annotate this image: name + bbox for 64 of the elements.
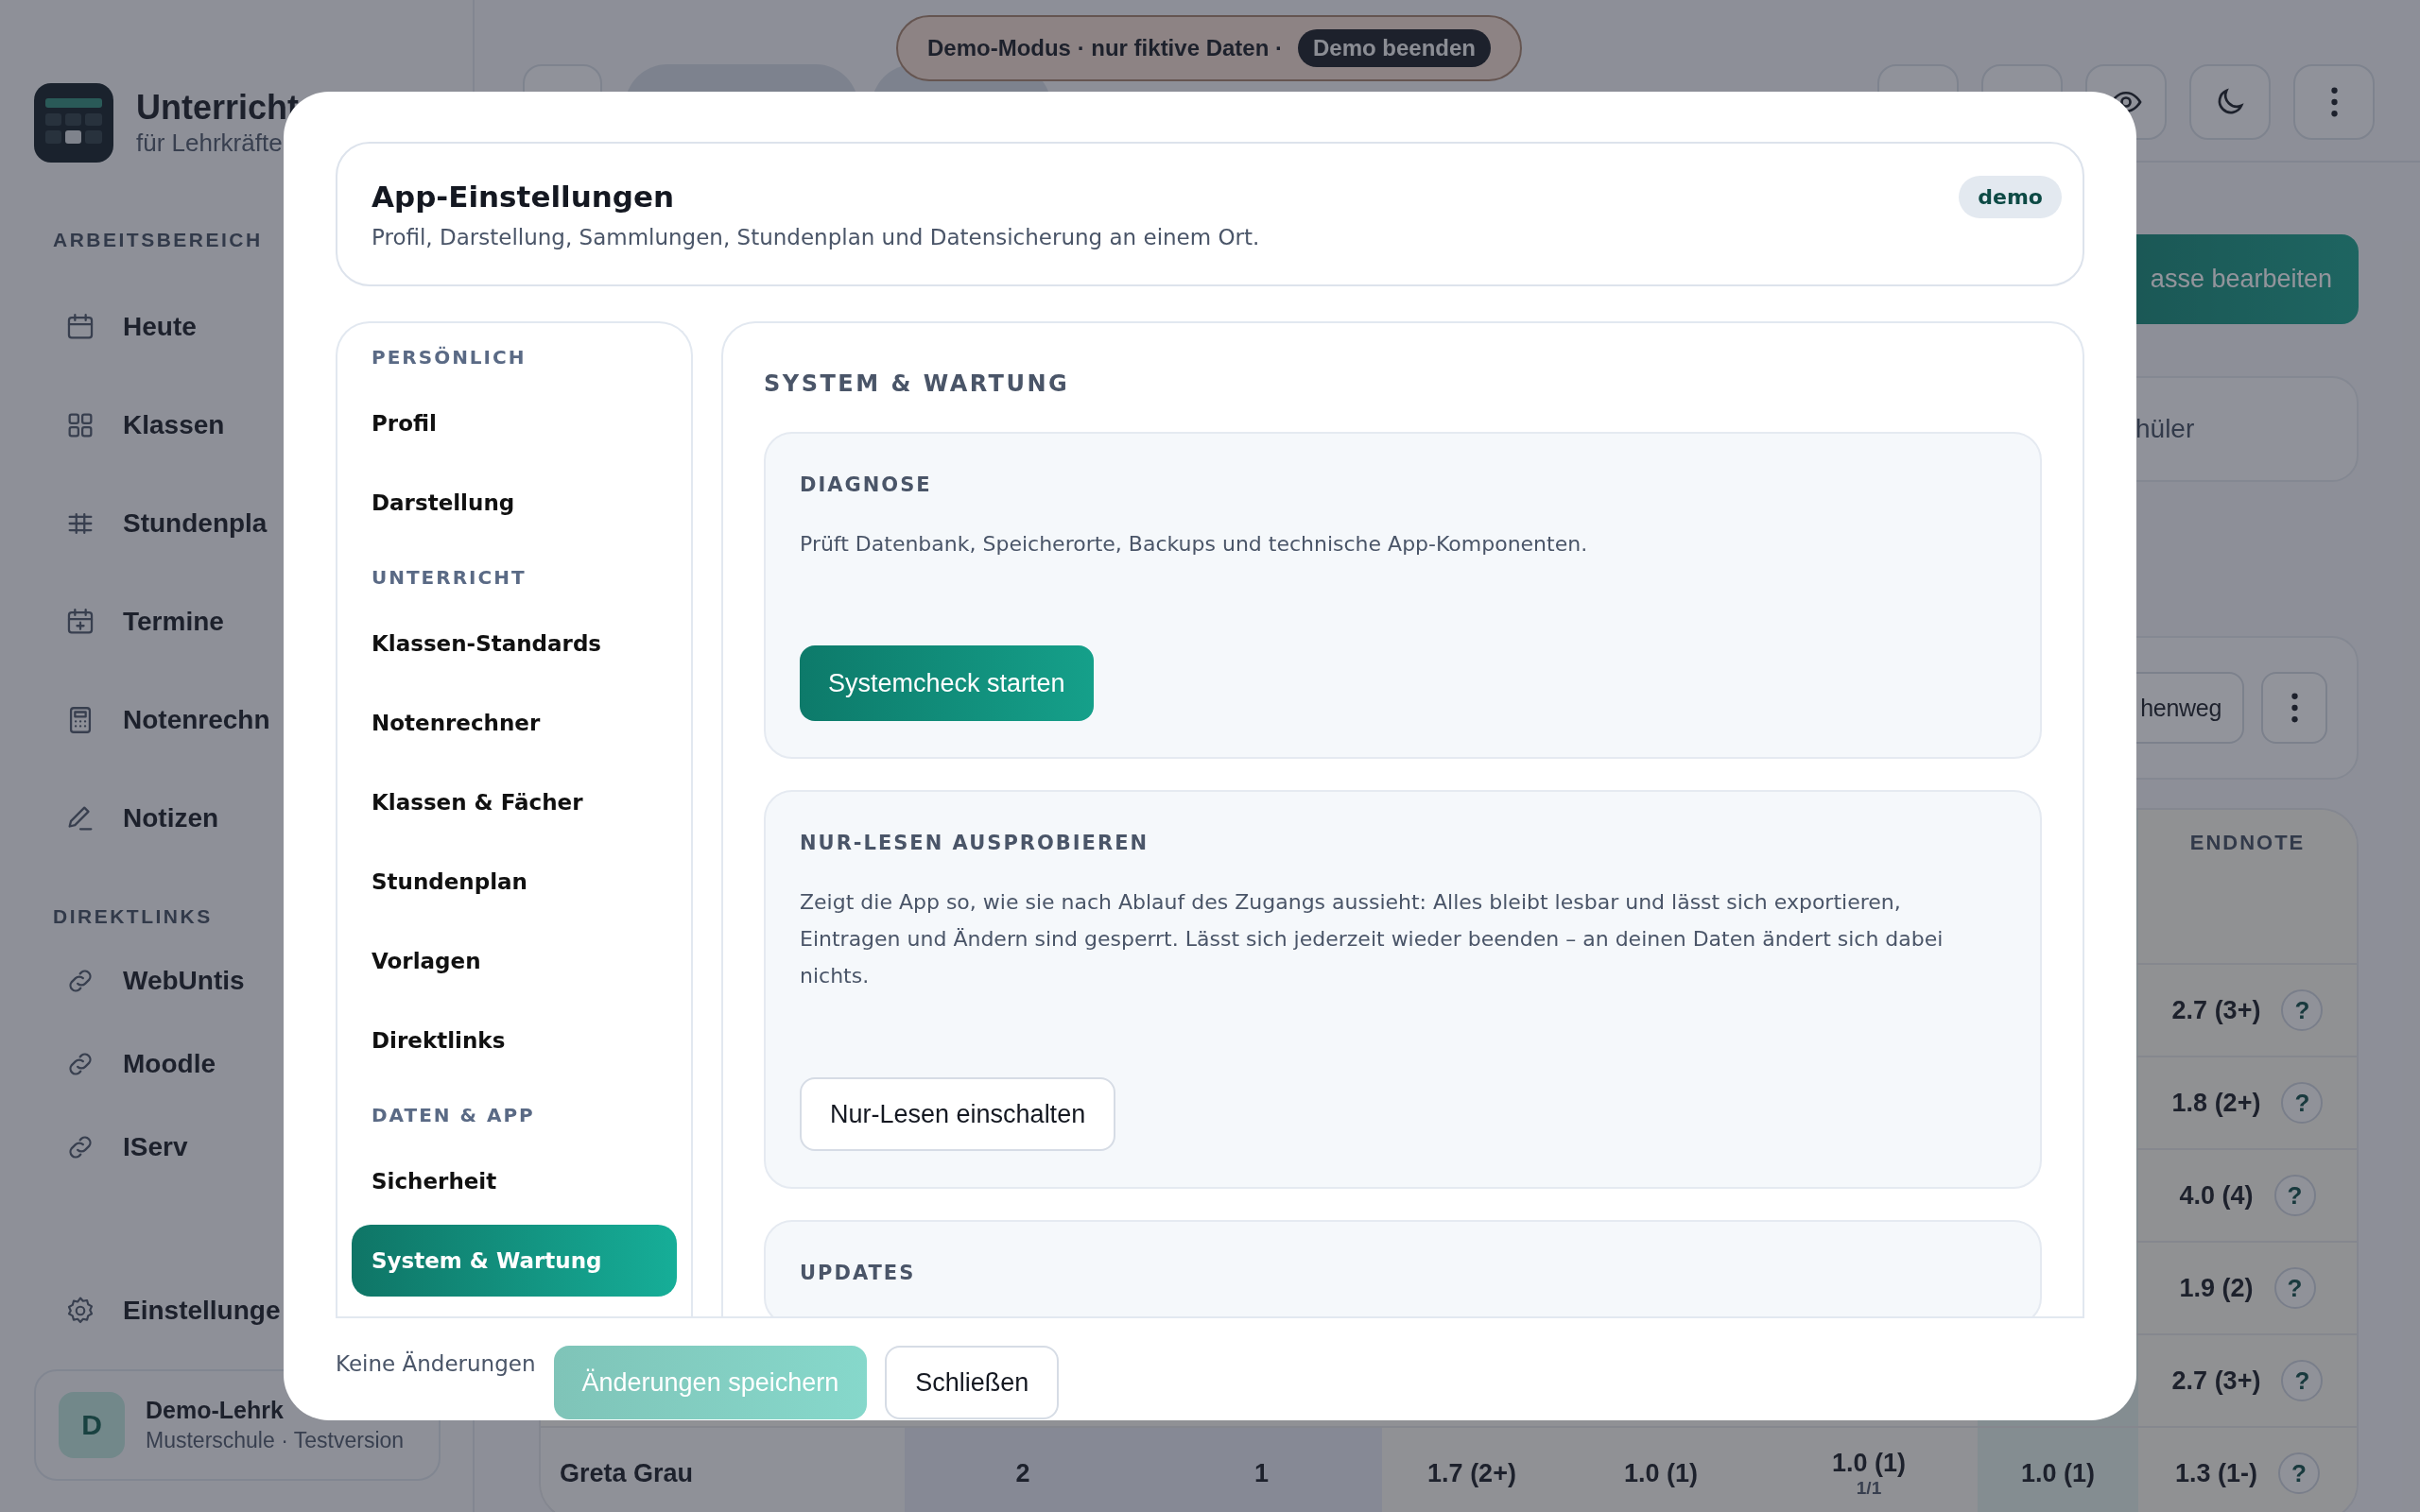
dialog-title: App-Einstellungen: [372, 179, 676, 215]
cell-note: 1/1: [1856, 1477, 1882, 1499]
app-subtitle: für Lehrkräfte: [136, 128, 284, 158]
section-title: SYSTEM & WARTUNG: [764, 369, 1071, 399]
nav-section-heading: UNTERRICHT: [371, 565, 527, 591]
nav-item[interactable]: Klassen & Fächer: [352, 766, 677, 838]
dialog-subtitle: Profil, Darstellung, Sammlungen, Stundenplan und Datensicherung an einem Ort.: [372, 225, 1260, 249]
sidebar-item[interactable]: Notizen: [34, 769, 219, 868]
nav-item[interactable]: Profil: [352, 387, 677, 459]
table-cell-text: 1.7 (2+): [1426, 1457, 1517, 1489]
end-demo-button[interactable]: Demo beenden: [1298, 29, 1492, 67]
section-heading: ARBEITSBEREICH: [53, 229, 263, 251]
panel-heading: DIAGNOSE: [800, 472, 933, 498]
user-name: Demo-Lehrk: [146, 1397, 285, 1424]
sidebar-item[interactable]: Termine: [34, 573, 224, 671]
panel-description: Prüft Datenbank, Speicherorte, Backups und technische App-Komponenten.: [800, 531, 1589, 558]
read-only-button[interactable]: Nur-Lesen einschalten: [800, 1077, 1116, 1151]
table-cell-text: 1.0 (1): [1622, 1457, 1699, 1489]
demo-notice: Demo-Modus · nur fiktive Daten ·: [926, 35, 1283, 61]
nav-item[interactable]: Sicherheit: [352, 1145, 677, 1217]
sidebar-item[interactable]: IServ: [34, 1106, 188, 1189]
nav-item[interactable]: Vorlagen: [352, 925, 677, 997]
sidebar-item[interactable]: Moodle: [34, 1022, 216, 1106]
panel-heading: NUR-LESEN AUSPROBIEREN: [800, 831, 1150, 856]
final-grade: 1.3 (1-): [2175, 1458, 2257, 1488]
nav-section-heading: DATEN & APP: [371, 1103, 536, 1128]
section-heading: DIREKTLINKS: [53, 905, 213, 928]
settings-item[interactable]: Einstellunge: [34, 1262, 281, 1360]
final-grade: 2.7 (3+): [2171, 1366, 2261, 1396]
sidebar-item[interactable]: Klassen: [34, 376, 225, 474]
final-grade: 4.0 (4): [2179, 1180, 2254, 1211]
app-title: Unterricht: [136, 88, 300, 128]
help-button[interactable]: ?: [2273, 1175, 2316, 1216]
close-button[interactable]: Schließen: [885, 1346, 1060, 1419]
table-cell: 1.0 (1): [1978, 1428, 2138, 1512]
sidebar-item[interactable]: Notenrechn: [34, 671, 270, 769]
sidebar-item[interactable]: Stundenpla: [34, 474, 268, 573]
avatar: D: [59, 1392, 125, 1458]
final-grade: 1.9 (2): [2179, 1273, 2254, 1303]
user-school: Musterschule · Testversion: [146, 1428, 405, 1453]
panel-heading: UPDATES: [800, 1261, 917, 1286]
nav-item[interactable]: Klassen-Standards: [352, 608, 677, 679]
table-cell: 2: [905, 1428, 1141, 1512]
help-button[interactable]: ?: [2281, 1360, 2324, 1401]
help-button[interactable]: ?: [2281, 1082, 2324, 1124]
table-cell: 1: [1141, 1428, 1382, 1512]
systemcheck-button[interactable]: Systemcheck starten: [800, 645, 1094, 721]
final-grade: 1.8 (2+): [2171, 1088, 2261, 1118]
sidebar-item[interactable]: Heute: [34, 278, 197, 376]
nav-item[interactable]: Darstellung: [352, 467, 677, 539]
stat-label: hüler: [2135, 414, 2195, 444]
demo-badge: demo: [1959, 176, 2062, 218]
nav-section-heading: PERSÖNLICH: [371, 345, 527, 370]
sidebar-item[interactable]: WebUntis: [34, 939, 245, 1022]
nav-item[interactable]: Notenrechner: [352, 687, 677, 759]
help-button[interactable]: ?: [2281, 989, 2324, 1031]
nav-item[interactable]: Direktlinks: [352, 1005, 677, 1076]
nav-item[interactable]: System & Wartung: [352, 1225, 677, 1297]
cell-value: 1.0 (1): [1831, 1448, 1906, 1478]
help-button[interactable]: ?: [2278, 1452, 2320, 1494]
final-grade: 2.7 (3+): [2171, 995, 2261, 1025]
help-button[interactable]: ?: [2273, 1267, 2316, 1309]
nav-item[interactable]: Stundenplan: [352, 846, 677, 918]
panel-description: Zeigt die App so, wie sie nach Ablauf des Zugangs aussieht: Alles bleibt lesbar und lässt sich exportieren, Eintragen und Ändern sind gesperrt. Lässt sich jederzeit wieder beenden – an deinen Daten ändert sich dabei nichts.: [800, 889, 1945, 989]
